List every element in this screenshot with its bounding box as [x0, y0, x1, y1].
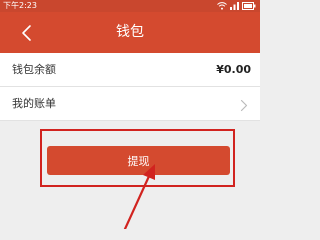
page-title: 钱包	[116, 24, 144, 40]
balance-label: 钱包余额	[12, 63, 56, 76]
chevron-right-icon	[240, 97, 248, 116]
balance-value: ¥0.00	[216, 63, 251, 76]
balance-row: 钱包余额 ¥0.00	[0, 53, 260, 87]
my-bills-label: 我的账单	[12, 97, 56, 110]
withdraw-button[interactable]: 提现	[47, 146, 230, 175]
signal-icon	[230, 2, 239, 10]
header-bar: 钱包	[0, 12, 260, 53]
status-time: 下午2:23	[3, 1, 37, 10]
wifi-icon	[217, 2, 227, 10]
wallet-list: 钱包余额 ¥0.00 我的账单	[0, 53, 260, 121]
status-icons	[217, 2, 256, 10]
battery-icon	[242, 2, 256, 10]
my-bills-row[interactable]: 我的账单	[0, 87, 260, 121]
status-bar: 下午2:23	[0, 0, 260, 12]
